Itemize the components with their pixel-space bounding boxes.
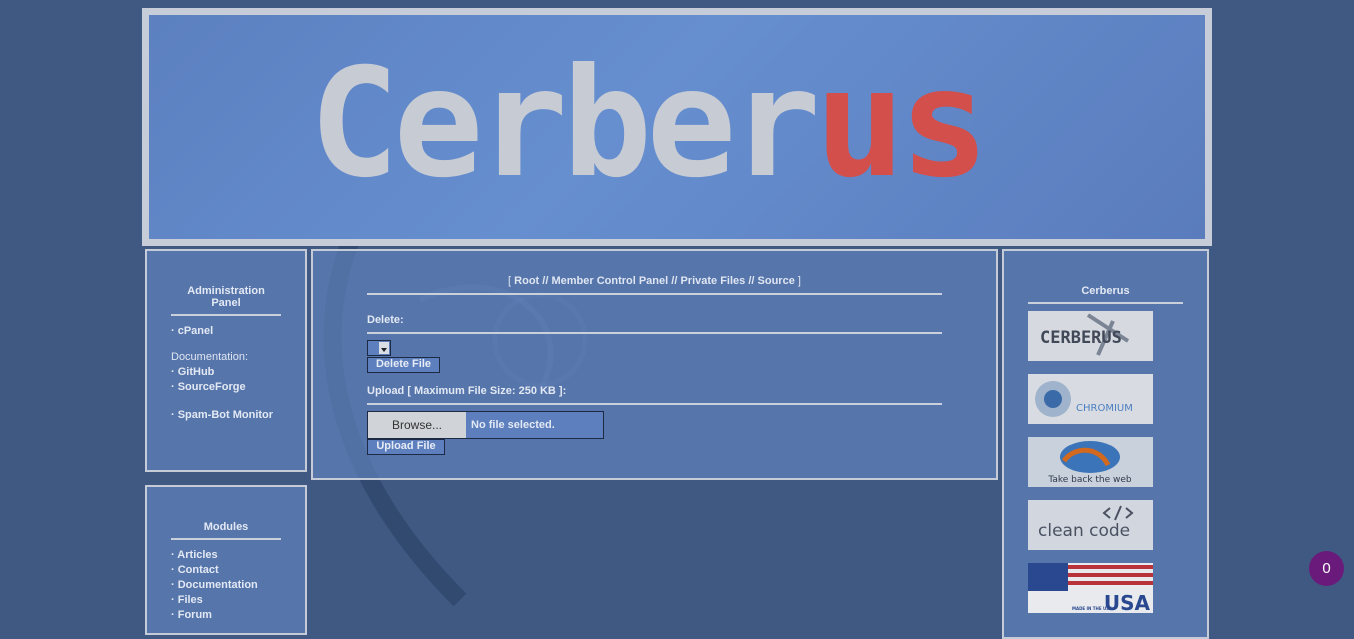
admin-panel: Administration Panel · cPanel Documentat… — [145, 249, 307, 472]
logo-text-main: Cerber — [309, 37, 821, 211]
module-documentation[interactable]: · Documentation — [171, 578, 305, 593]
breadcrumb-private-files[interactable]: Private Files — [680, 275, 745, 287]
made-in-usa-banner[interactable]: MADE IN THE USA USA — [1028, 563, 1153, 613]
chromium-icon: CHROMIUM — [1035, 381, 1133, 417]
upload-divider — [367, 403, 942, 405]
module-articles[interactable]: · Articles — [171, 548, 305, 563]
site-logo[interactable]: Cerberus — [309, 49, 989, 199]
right-panel-title: Cerberus — [1028, 285, 1183, 304]
nav-github[interactable]: · GitHub — [171, 365, 305, 380]
breadcrumb-close: ] — [797, 275, 801, 287]
firefox-icon: Take back the web — [1047, 441, 1132, 485]
chromium-banner-text: CHROMIUM — [1076, 403, 1133, 414]
main-content: [ Root // Member Control Panel // Privat… — [311, 249, 998, 480]
header-banner: Cerberus — [142, 8, 1212, 246]
cerberus-banner-text: CERBERUS — [1040, 328, 1122, 348]
upload-label: Upload [ Maximum File Size: 250 KB ]: — [367, 385, 567, 397]
breadcrumb-root[interactable]: Root — [514, 275, 539, 287]
breadcrumb-member-control-panel[interactable]: Member Control Panel — [551, 275, 668, 287]
clean-code-icon: clean code — [1038, 505, 1134, 541]
breadcrumb-sep-3: // — [748, 275, 755, 287]
clean-code-banner[interactable]: clean code — [1028, 500, 1153, 550]
breadcrumb: [ Root // Member Control Panel // Privat… — [367, 275, 942, 287]
firefox-banner-text: Take back the web — [1047, 475, 1132, 485]
nav-sourceforge[interactable]: · SourceForge — [171, 380, 305, 395]
delete-file-button[interactable]: Delete File — [367, 357, 440, 373]
module-files[interactable]: · Files — [171, 593, 305, 608]
admin-panel-title: Administration Panel — [171, 285, 281, 316]
delete-label: Delete: — [367, 314, 404, 326]
header-logo-area: Cerberus — [149, 15, 1205, 239]
nav-spam-bot-monitor[interactable]: · Spam-Bot Monitor — [171, 408, 305, 423]
documentation-label: Documentation: — [171, 351, 249, 363]
svg-text:USA: USA — [1104, 591, 1151, 613]
modules-panel: Modules · Articles · Contact · Documenta… — [145, 485, 307, 635]
breadcrumb-source[interactable]: Source — [758, 275, 795, 287]
breadcrumb-sep-2: // — [671, 275, 678, 287]
firefox-banner[interactable]: Take back the web — [1028, 437, 1153, 487]
nav-cpanel[interactable]: · cPanel — [171, 324, 305, 339]
browse-button[interactable]: Browse... — [368, 412, 466, 438]
cerberus-banner[interactable]: CERBERUS — [1028, 311, 1153, 361]
breadcrumb-sep-1: // — [542, 275, 549, 287]
breadcrumb-divider — [367, 293, 942, 295]
delete-divider — [367, 332, 942, 334]
usa-flag-icon: MADE IN THE USA USA — [1028, 563, 1153, 613]
upload-file-button[interactable]: Upload File — [367, 439, 445, 455]
modules-title: Modules — [171, 521, 281, 540]
no-file-selected-text: No file selected. — [471, 419, 555, 431]
logo-text-accent: us — [814, 37, 990, 211]
file-input[interactable]: Browse... No file selected. — [367, 411, 604, 439]
chevron-down-icon — [379, 342, 389, 354]
chromium-banner[interactable]: CHROMIUM — [1028, 374, 1153, 424]
breadcrumb-open: [ — [508, 275, 512, 287]
module-forum[interactable]: · Forum — [171, 608, 305, 623]
right-panel: Cerberus CERBERUS CHROMIUM Take back the… — [1002, 249, 1209, 639]
clean-code-banner-text: clean code — [1038, 521, 1130, 541]
delete-file-select[interactable] — [367, 340, 391, 356]
notification-badge[interactable]: 0 — [1309, 551, 1344, 586]
module-contact[interactable]: · Contact — [171, 563, 305, 578]
